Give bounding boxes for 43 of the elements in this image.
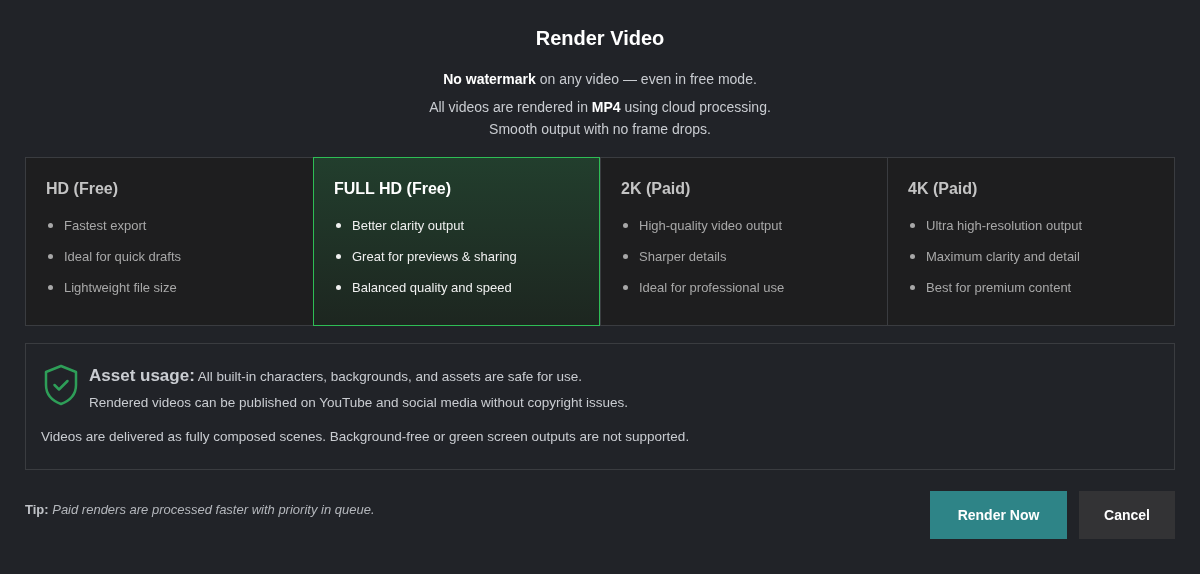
intro-text: No watermark on any video — even in free mode. [443, 70, 757, 89]
feature-item: Ideal for quick drafts [64, 247, 182, 266]
tip-text: Tip: Paid renders are processed faster with priority in queue. [25, 501, 375, 517]
feature-item: Fastest export [64, 216, 147, 235]
quality-option-card[interactable]: 4K (Paid) Ultra high-resolution output Maximum clarity and detail Best for premium content [887, 158, 1174, 325]
quality-option-card[interactable]: HD (Free) Fastest export Ideal for quick drafts Lightweight file size [26, 158, 313, 325]
option-title: HD (Free) [46, 179, 119, 199]
bullet-icon [48, 223, 53, 228]
bullet-icon [336, 223, 341, 228]
option-title: FULL HD (Free) [334, 179, 453, 199]
feature-item: Better clarity output [352, 216, 464, 235]
bullet-icon [910, 254, 915, 259]
option-title: 2K (Paid) [621, 179, 692, 199]
feature-item: Ultra high-resolution output [926, 216, 1083, 235]
bullet-icon [623, 223, 628, 228]
feature-item: Great for previews & sharing [352, 247, 517, 266]
bullet-icon [910, 223, 915, 228]
render-button[interactable]: Render Now [930, 491, 1067, 539]
feature-item: Lightweight file size [64, 278, 177, 297]
feature-item: Sharper details [639, 247, 727, 266]
feature-item: Ideal for professional use [639, 278, 785, 297]
bullet-icon [336, 285, 341, 290]
asset-usage-text: Asset usage: All built-in characters, backgrounds, and assets are safe for use. [89, 365, 584, 387]
bullet-icon [48, 285, 53, 290]
cancel-button[interactable]: Cancel [1079, 491, 1175, 539]
bullet-icon [623, 285, 628, 290]
dialog-title: Render Video [534, 26, 666, 51]
shield-check-icon [43, 364, 79, 406]
quality-option-card[interactable]: 2K (Paid) High-quality video output Sharper details Ideal for professional use [600, 158, 887, 325]
intro-text: All videos are rendered in MP4 using cloud processing. [429, 98, 771, 117]
delivery-note: Videos are delivered as fully composed scenes. Background-free or green screen outputs are not supported. [41, 428, 691, 446]
feature-item: Best for premium content [926, 278, 1072, 297]
intro-text: Smooth output with no frame drops. [489, 120, 711, 139]
feature-item: High-quality video output [639, 216, 783, 235]
feature-item: Balanced quality and speed [352, 278, 512, 297]
quality-option-card[interactable]: FULL HD (Free) Better clarity output Great for previews & sharing Balanced quality and speed [313, 157, 600, 326]
feature-item: Maximum clarity and detail [926, 247, 1080, 266]
bullet-icon [336, 254, 341, 259]
asset-usage-text: Rendered videos can be published on YouTube and social media without copyright issues. [89, 394, 629, 412]
bullet-icon [48, 254, 53, 259]
bullet-icon [910, 285, 915, 290]
option-title: 4K (Paid) [908, 179, 979, 199]
bullet-icon [623, 254, 628, 259]
